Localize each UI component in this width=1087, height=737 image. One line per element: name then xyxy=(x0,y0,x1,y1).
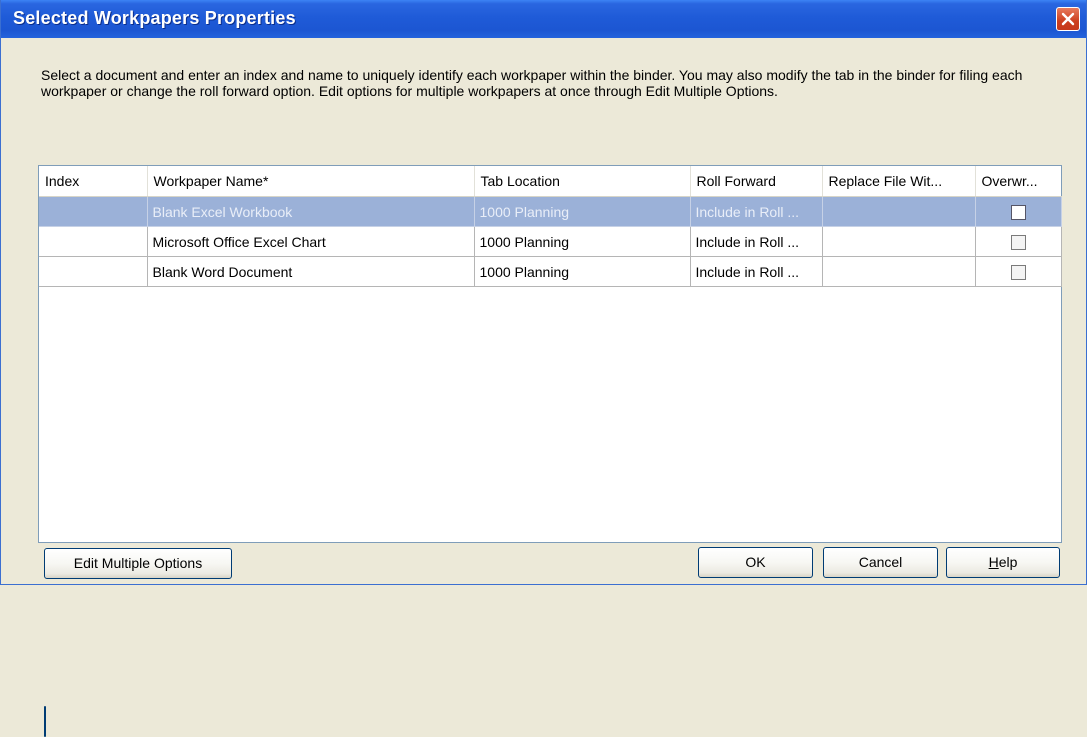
cell-replace-file[interactable] xyxy=(822,226,976,257)
cell-overwrite xyxy=(975,196,1062,227)
column-header-overwrite[interactable]: Overwr... xyxy=(975,166,1061,197)
cell-workpaper-name[interactable]: Blank Word Document xyxy=(147,256,475,287)
cell-overwrite xyxy=(975,256,1062,287)
overwrite-checkbox[interactable] xyxy=(1010,234,1026,250)
cell-index[interactable] xyxy=(39,256,148,287)
cell-overwrite xyxy=(975,226,1062,257)
dialog-window: Selected Workpapers Properties Select a … xyxy=(0,0,1087,737)
cancel-button[interactable]: Cancel xyxy=(823,547,938,578)
cell-roll-forward[interactable]: Include in Roll ... xyxy=(690,256,823,287)
title-bar[interactable]: Selected Workpapers Properties xyxy=(1,0,1086,38)
grid-header: Index Workpaper Name* Tab Location Roll … xyxy=(39,166,1061,197)
instructions-text: Select a document and enter an index and… xyxy=(41,67,1023,99)
overwrite-checkbox[interactable] xyxy=(1010,264,1026,280)
dialog-title: Selected Workpapers Properties xyxy=(13,8,296,28)
close-icon xyxy=(1061,12,1075,26)
ok-button[interactable]: OK xyxy=(698,547,813,578)
column-header-roll-forward[interactable]: Roll Forward xyxy=(690,166,823,197)
workpapers-grid[interactable]: Index Workpaper Name* Tab Location Roll … xyxy=(38,165,1062,543)
column-header-workpaper-name[interactable]: Workpaper Name* xyxy=(147,166,475,197)
help-button[interactable]: Help xyxy=(946,547,1060,578)
cell-index[interactable] xyxy=(39,196,148,227)
cell-tab-location[interactable]: 1000 Planning xyxy=(474,196,691,227)
close-button[interactable] xyxy=(1056,7,1080,31)
column-header-tab-location[interactable]: Tab Location xyxy=(474,166,691,197)
column-header-replace-file[interactable]: Replace File Wit... xyxy=(822,166,976,197)
table-row[interactable]: Blank Excel Workbook 1000 Planning Inclu… xyxy=(39,196,1062,227)
cell-workpaper-name[interactable]: Blank Excel Workbook xyxy=(147,196,475,227)
table-row[interactable]: Blank Word Document 1000 Planning Includ… xyxy=(39,256,1062,287)
overwrite-checkbox[interactable] xyxy=(1010,204,1026,220)
cell-tab-location[interactable]: 1000 Planning xyxy=(474,226,691,257)
cell-tab-location[interactable]: 1000 Planning xyxy=(474,256,691,287)
cell-roll-forward[interactable]: Include in Roll ... xyxy=(690,226,823,257)
table-row[interactable]: Microsoft Office Excel Chart 1000 Planni… xyxy=(39,226,1062,257)
cell-workpaper-name[interactable]: Microsoft Office Excel Chart xyxy=(147,226,475,257)
cell-replace-file[interactable] xyxy=(822,196,976,227)
cell-index[interactable] xyxy=(39,226,148,257)
cell-replace-file[interactable] xyxy=(822,256,976,287)
help-label-rest: elp xyxy=(998,554,1018,570)
edit-multiple-options-button[interactable]: Edit Multiple Options xyxy=(44,548,232,579)
column-header-index[interactable]: Index xyxy=(39,166,148,197)
help-mnemonic: H xyxy=(988,554,999,570)
cell-roll-forward[interactable]: Include in Roll ... xyxy=(690,196,823,227)
